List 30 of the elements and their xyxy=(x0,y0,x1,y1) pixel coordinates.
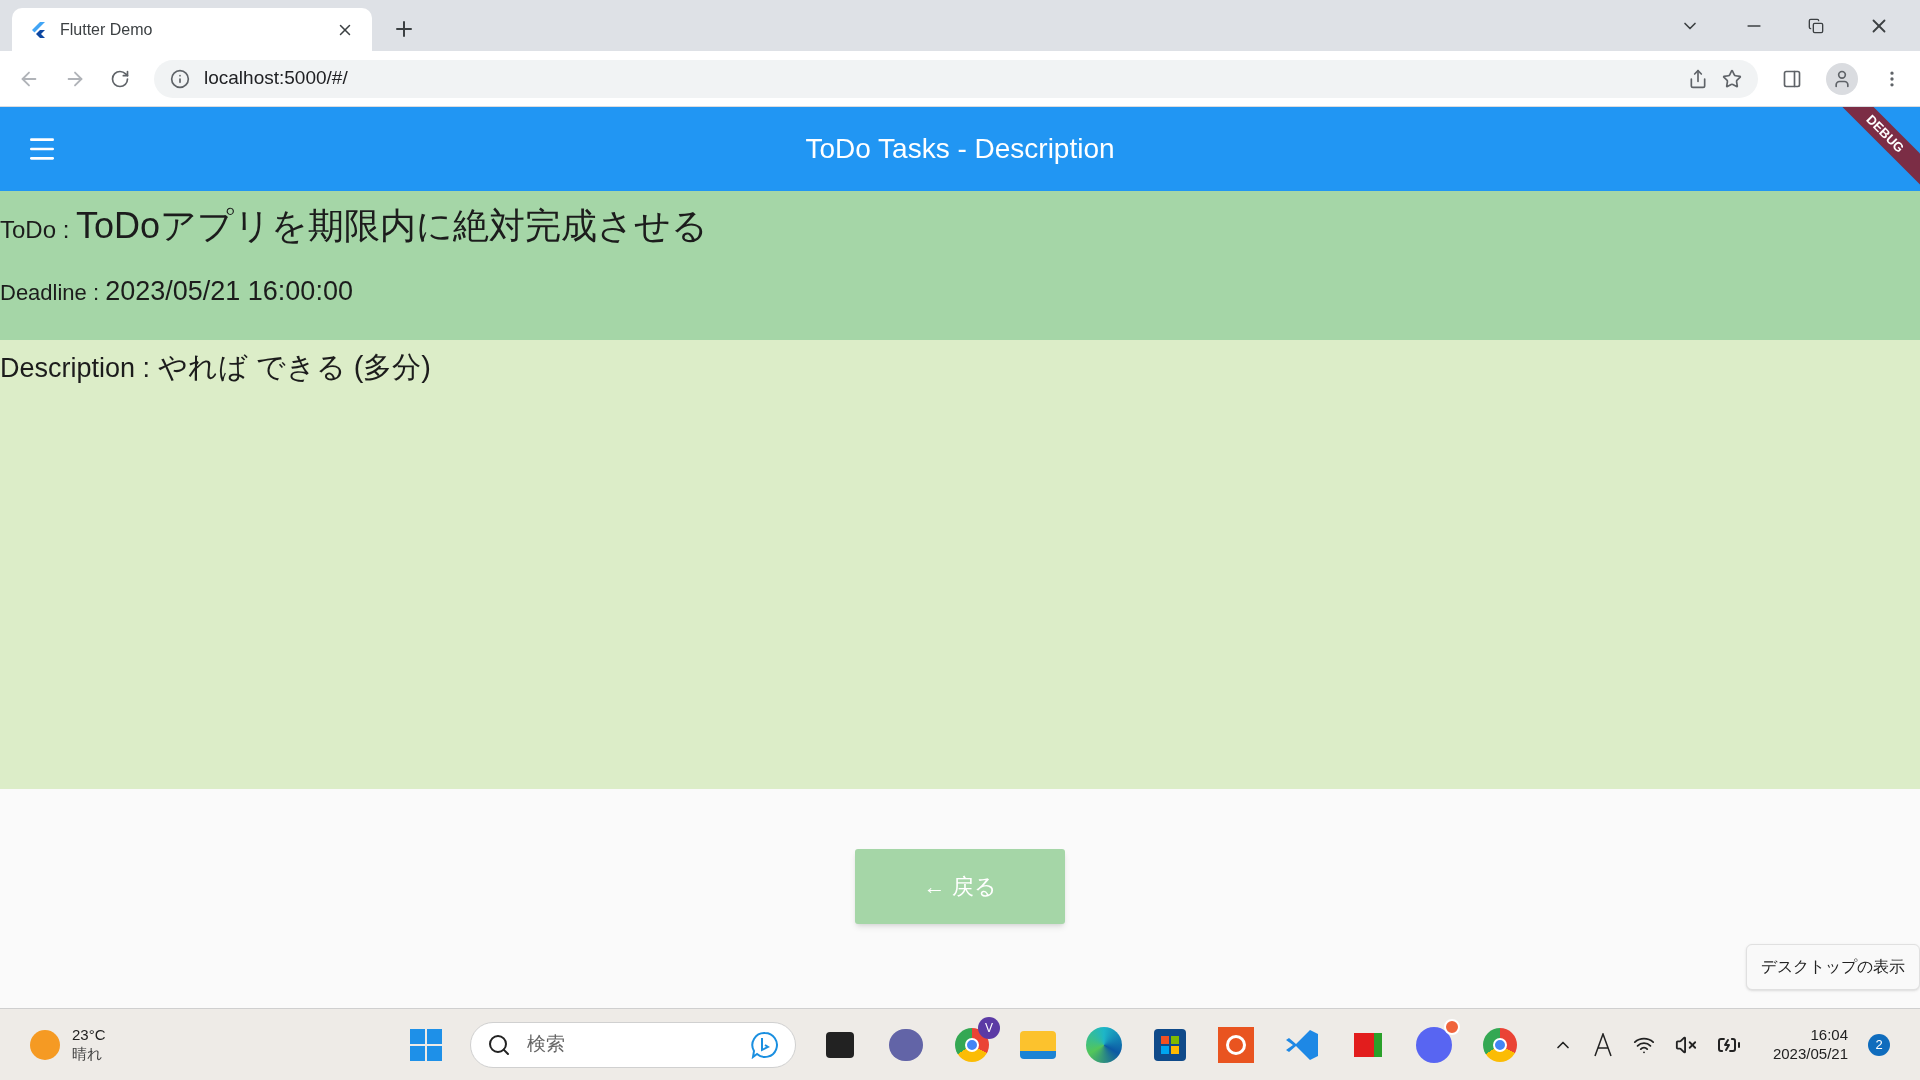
profile-badge: V xyxy=(978,1016,1000,1039)
flutter-logo-icon xyxy=(30,20,48,39)
weather-temperature: 23°C xyxy=(72,1025,106,1045)
notification-count[interactable]: 2 xyxy=(1868,1033,1890,1056)
browser-tab[interactable]: Flutter Demo xyxy=(12,8,372,51)
url-text: localhost:5000/#/ xyxy=(204,66,349,91)
tooltip: デスクトップの表示 xyxy=(1746,944,1920,990)
chat-bubble-icon[interactable] xyxy=(751,1030,779,1059)
address-bar[interactable]: localhost:5000/#/ xyxy=(154,59,1758,98)
share-icon[interactable] xyxy=(1688,68,1708,89)
weather-condition: 晴れ xyxy=(72,1044,103,1064)
app-bar-title: ToDo Tasks - Description xyxy=(805,132,1115,166)
deadline-label: Deadline : xyxy=(0,279,101,307)
ime-icon[interactable] xyxy=(1592,1032,1613,1057)
tab-title: Flutter Demo xyxy=(60,19,154,40)
profile-avatar[interactable] xyxy=(1826,62,1858,95)
reload-icon[interactable] xyxy=(110,68,130,89)
description-label: Description : xyxy=(0,352,152,385)
taskbar-search-field[interactable]: 検索 xyxy=(470,1021,796,1068)
todo-value: ToDoアプリを期限内に絶対完成させる xyxy=(76,204,709,248)
search-icon xyxy=(487,1032,511,1057)
restore-icon[interactable] xyxy=(1808,17,1824,34)
clock-time[interactable]: 16:04 xyxy=(1810,1025,1848,1045)
description-value: やれば できる (多分) xyxy=(157,350,431,385)
side-panel-icon[interactable] xyxy=(1782,68,1802,89)
clock-date[interactable]: 2023/05/21 xyxy=(1772,1044,1848,1064)
info-icon xyxy=(170,68,190,89)
deadline-value: 2023/05/21 16:00:00 xyxy=(105,275,353,308)
bookmark-star-icon[interactable] xyxy=(1722,68,1742,89)
todo-label: ToDo : xyxy=(0,215,71,245)
